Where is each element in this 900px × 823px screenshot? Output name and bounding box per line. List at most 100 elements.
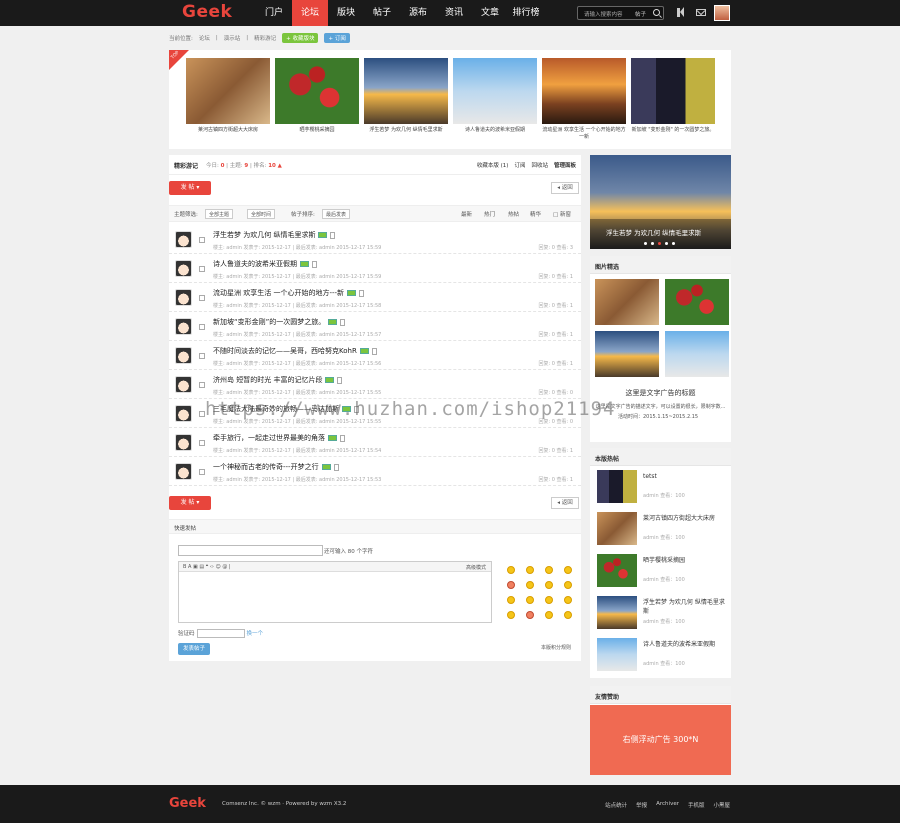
slider-item[interactable]: 莱河古镇四方街超大大床房 (186, 58, 270, 141)
thread-checkbox[interactable] (199, 266, 205, 272)
new-window-toggle[interactable]: □ 新窗 (553, 210, 571, 218)
nav-ranking[interactable]: 排行榜 (508, 0, 544, 26)
editor-toolbar[interactable]: B A ▣ ▤ ❝ ‹› ☺ @ | 高级模式 (179, 562, 491, 572)
back-button-bottom[interactable]: ◂ 返回 (551, 497, 579, 509)
subscribe-button[interactable]: + 订阅 (324, 33, 350, 43)
hot-thread-title[interactable]: 浮生若梦 为欢几何 纵情毛里求斯 (643, 598, 727, 616)
table-row[interactable]: 不随时间淡去的记忆——吴哥，西哈努克KohR 楼主: admin 发表于: 201… (169, 341, 581, 370)
slider-caption[interactable]: 晒芋樱桃采摘园 (275, 127, 359, 134)
side-banner[interactable]: 浮生若梦 为欢几何 纵情毛里求斯 (590, 155, 731, 249)
slider-caption[interactable]: 莱河古镇四方街超大大床房 (186, 127, 270, 134)
footer-link-blacklist[interactable]: 小黑屋 (713, 801, 730, 809)
smiley-icon[interactable] (564, 596, 572, 604)
author-avatar[interactable] (175, 434, 192, 451)
floating-ad[interactable]: 右侧浮动广告 300*N (590, 705, 731, 775)
tab-digest[interactable]: 精华 (530, 210, 541, 218)
recycle-bin-link[interactable]: 回收站 (531, 161, 548, 169)
smiley-icon[interactable] (545, 581, 553, 589)
smiley-icon[interactable] (507, 566, 515, 574)
mail-icon[interactable] (696, 9, 706, 16)
slider-image[interactable] (631, 58, 715, 124)
author-avatar[interactable] (175, 318, 192, 335)
banner-dot[interactable] (658, 242, 661, 245)
hot-thread-title[interactable]: 莱河古镇四方街超大大床房 (643, 514, 727, 523)
thread-title[interactable]: 不随时间淡去的记忆——吴哥，西哈努克KohR (213, 347, 357, 355)
thread-checkbox[interactable] (199, 324, 205, 330)
table-row[interactable]: 牵手旅行，一起走过世界最美的角落 楼主: admin 发表于: 2015-12-1… (169, 428, 581, 457)
thread-title[interactable]: 济州岛 短暂的时光 丰富的记忆片段 (213, 376, 322, 384)
picture-thumb[interactable] (595, 331, 659, 377)
thread-checkbox[interactable] (199, 237, 205, 243)
new-post-button-bottom[interactable]: 发 帖 ▾ (169, 496, 211, 510)
slider-image[interactable] (453, 58, 537, 124)
search-box[interactable]: 请输入搜索内容 帖子 (577, 6, 664, 20)
slider-item[interactable]: 浮生若梦 为欢几何 纵情毛里求斯 (364, 58, 448, 141)
hot-thread-title[interactable]: 诗人鲁道夫的波希米亚假期 (643, 640, 727, 649)
banner-dot[interactable] (665, 242, 668, 245)
hot-thread-item[interactable]: 浮生若梦 为欢几何 纵情毛里求斯 admin 查看：100 (597, 596, 727, 632)
text-ad-title[interactable]: 这里是文字广告的标题 (590, 388, 731, 398)
credit-rules-link[interactable]: 本版积分规则 (541, 644, 571, 651)
smiley-icon[interactable] (545, 596, 553, 604)
slider-image[interactable] (275, 58, 359, 124)
breadcrumb-item-forum[interactable]: 论坛 (199, 34, 210, 42)
smiley-icon[interactable] (564, 581, 572, 589)
thread-title[interactable]: 牵手旅行，一起走过世界最美的角落 (213, 434, 325, 442)
tab-hot[interactable]: 热门 (484, 210, 495, 218)
slider-caption[interactable]: 流动星洲 欢享生活 一个心开始的地方一新 (542, 127, 626, 141)
slider-item[interactable]: 新加坡 "变形金刚" 的一次圆梦之旅。 (631, 58, 715, 141)
thread-title[interactable]: 流动星洲 欢享生活 一个心开始的地方---新 (213, 289, 344, 297)
table-row[interactable]: 一个神秘而古老的传奇---开梦之行 楼主: admin 发表于: 2015-12-… (169, 457, 581, 486)
slider-image[interactable] (186, 58, 270, 124)
smiley-icon[interactable] (526, 581, 534, 589)
smiley-icon[interactable] (507, 581, 515, 589)
theme-filter-select[interactable]: 全部主题 (205, 209, 234, 219)
sort-select[interactable]: 最后发表 (322, 209, 351, 219)
footer-link-report[interactable]: 举报 (636, 801, 647, 809)
smiley-icon[interactable] (545, 611, 553, 619)
nav-source[interactable]: 源布 (400, 0, 436, 26)
slider-item[interactable]: 诗人鲁道夫的波希米亚假期 (453, 58, 537, 141)
picture-thumb[interactable] (595, 279, 659, 325)
author-avatar[interactable] (175, 260, 192, 277)
thread-title[interactable]: 浮生若梦 为欢几何 纵情毛里求斯 (213, 231, 315, 239)
back-button[interactable]: ◂ 返回 (551, 182, 579, 194)
thread-title[interactable]: 诗人鲁道夫的波希米亚假期 (213, 260, 297, 268)
nav-board[interactable]: 版块 (328, 0, 364, 26)
table-row[interactable]: 诗人鲁道夫的波希米亚假期 楼主: admin 发表于: 2015-12-17 | … (169, 254, 581, 283)
thread-title[interactable]: 一个神秘而古老的传奇---开梦之行 (213, 463, 319, 471)
quick-post-editor[interactable]: B A ▣ ▤ ❝ ‹› ☺ @ | 高级模式 (178, 561, 492, 623)
author-avatar[interactable] (175, 405, 192, 422)
hot-thread-thumb[interactable] (597, 638, 637, 671)
thread-checkbox[interactable] (199, 440, 205, 446)
nav-portal[interactable]: 门户 (256, 0, 292, 26)
banner-dot[interactable] (672, 242, 675, 245)
slider-item[interactable]: 流动星洲 欢享生活 一个心开始的地方一新 (542, 58, 626, 141)
advanced-mode-link[interactable]: 高级模式 (466, 564, 486, 571)
hot-thread-thumb[interactable] (597, 554, 637, 587)
search-icon[interactable] (653, 9, 660, 16)
nav-articles[interactable]: 文章 (472, 0, 508, 26)
site-logo[interactable]: Geek (182, 2, 232, 22)
tab-hot-threads[interactable]: 热帖 (508, 210, 519, 218)
admin-panel-link[interactable]: 管理面板 (554, 161, 576, 169)
search-input[interactable]: 请输入搜索内容 (584, 10, 623, 18)
table-row[interactable]: 新加坡“变形金刚”的一次圆梦之旅。 楼主: admin 发表于: 2015-12-… (169, 312, 581, 341)
tab-newest[interactable]: 最新 (461, 210, 472, 218)
slider-caption[interactable]: 新加坡 "变形金刚" 的一次圆梦之旅。 (631, 127, 715, 134)
hot-thread-thumb[interactable] (597, 596, 637, 629)
footer-logo[interactable]: Geek (169, 796, 206, 811)
thread-checkbox[interactable] (199, 353, 205, 359)
favorite-board-button[interactable]: + 收藏版块 (282, 33, 319, 43)
breadcrumb-item-travel[interactable]: 精彩游记 (254, 34, 276, 42)
smiley-icon[interactable] (507, 611, 515, 619)
hot-thread-item[interactable]: 莱河古镇四方街超大大床房 admin 查看：100 (597, 512, 727, 548)
captcha-input[interactable] (196, 629, 245, 638)
smiley-icon[interactable] (507, 596, 515, 604)
hot-thread-item[interactable]: 晒芋樱桃采摘园 admin 查看：100 (597, 554, 727, 590)
slider-item[interactable]: 晒芋樱桃采摘园 (275, 58, 359, 141)
author-avatar[interactable] (175, 463, 192, 480)
picture-thumb[interactable] (665, 279, 729, 325)
thread-checkbox[interactable] (199, 295, 205, 301)
smiley-icon[interactable] (545, 566, 553, 574)
